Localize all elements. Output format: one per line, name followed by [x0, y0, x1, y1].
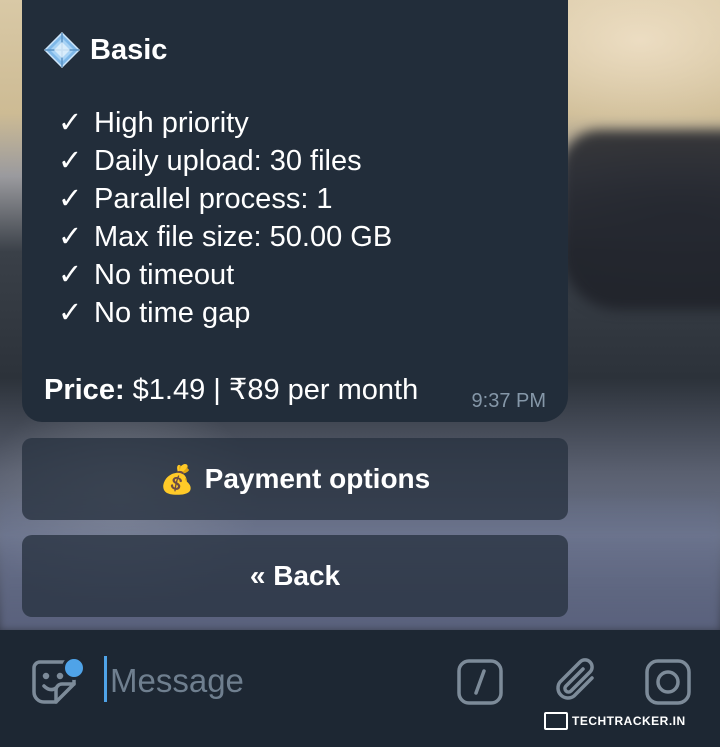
diamond-icon	[43, 31, 81, 69]
paperclip-icon[interactable]	[552, 656, 602, 708]
feature-list: ✓ High priority ✓ Daily upload: 30 files ✓…	[58, 104, 392, 332]
list-item: ✓ Max file size: 50.00 GB	[58, 218, 392, 256]
watermark-text: TECHTRACKER.IN	[572, 714, 686, 728]
price-row: Price: $1.49 | ₹89 per month	[44, 372, 418, 407]
list-item: ✓ Parallel process: 1	[58, 180, 392, 218]
notification-dot	[62, 656, 86, 680]
message-input[interactable]	[108, 658, 432, 704]
money-bag-icon: 💰	[159, 463, 195, 495]
message-bubble: Basic ✓ High priority ✓ Daily upload: 30 f…	[22, 0, 568, 422]
list-item: ✓ High priority	[58, 104, 392, 142]
text-caret	[104, 656, 107, 702]
plan-title: Basic	[90, 33, 168, 66]
list-item: ✓ No time gap	[58, 294, 392, 332]
list-item: ✓ No timeout	[58, 256, 392, 294]
check-icon: ✓	[58, 183, 83, 215]
wallpaper-shape	[560, 130, 720, 310]
back-label: « Back	[249, 560, 341, 591]
payment-options-label: Payment options	[204, 463, 431, 494]
camera-icon[interactable]	[644, 658, 692, 706]
check-icon: ✓	[58, 297, 83, 329]
list-item: ✓ Daily upload: 30 files	[58, 142, 392, 180]
check-icon: ✓	[58, 259, 83, 291]
watermark-logo-icon	[544, 712, 568, 730]
message-title-row: Basic	[43, 31, 168, 69]
message-timestamp: 9:37 PM	[471, 390, 546, 412]
payment-options-button[interactable]: 💰 Payment options	[22, 438, 568, 520]
check-icon: ✓	[58, 145, 83, 177]
price-value: $1.49 | ₹89 per month	[124, 374, 419, 406]
watermark: TECHTRACKER.IN	[544, 712, 686, 730]
price-label: Price:	[44, 374, 125, 406]
back-button[interactable]: « Back	[22, 535, 568, 617]
bot-command-icon[interactable]	[456, 658, 504, 706]
check-icon: ✓	[58, 107, 83, 139]
check-icon: ✓	[58, 221, 83, 253]
